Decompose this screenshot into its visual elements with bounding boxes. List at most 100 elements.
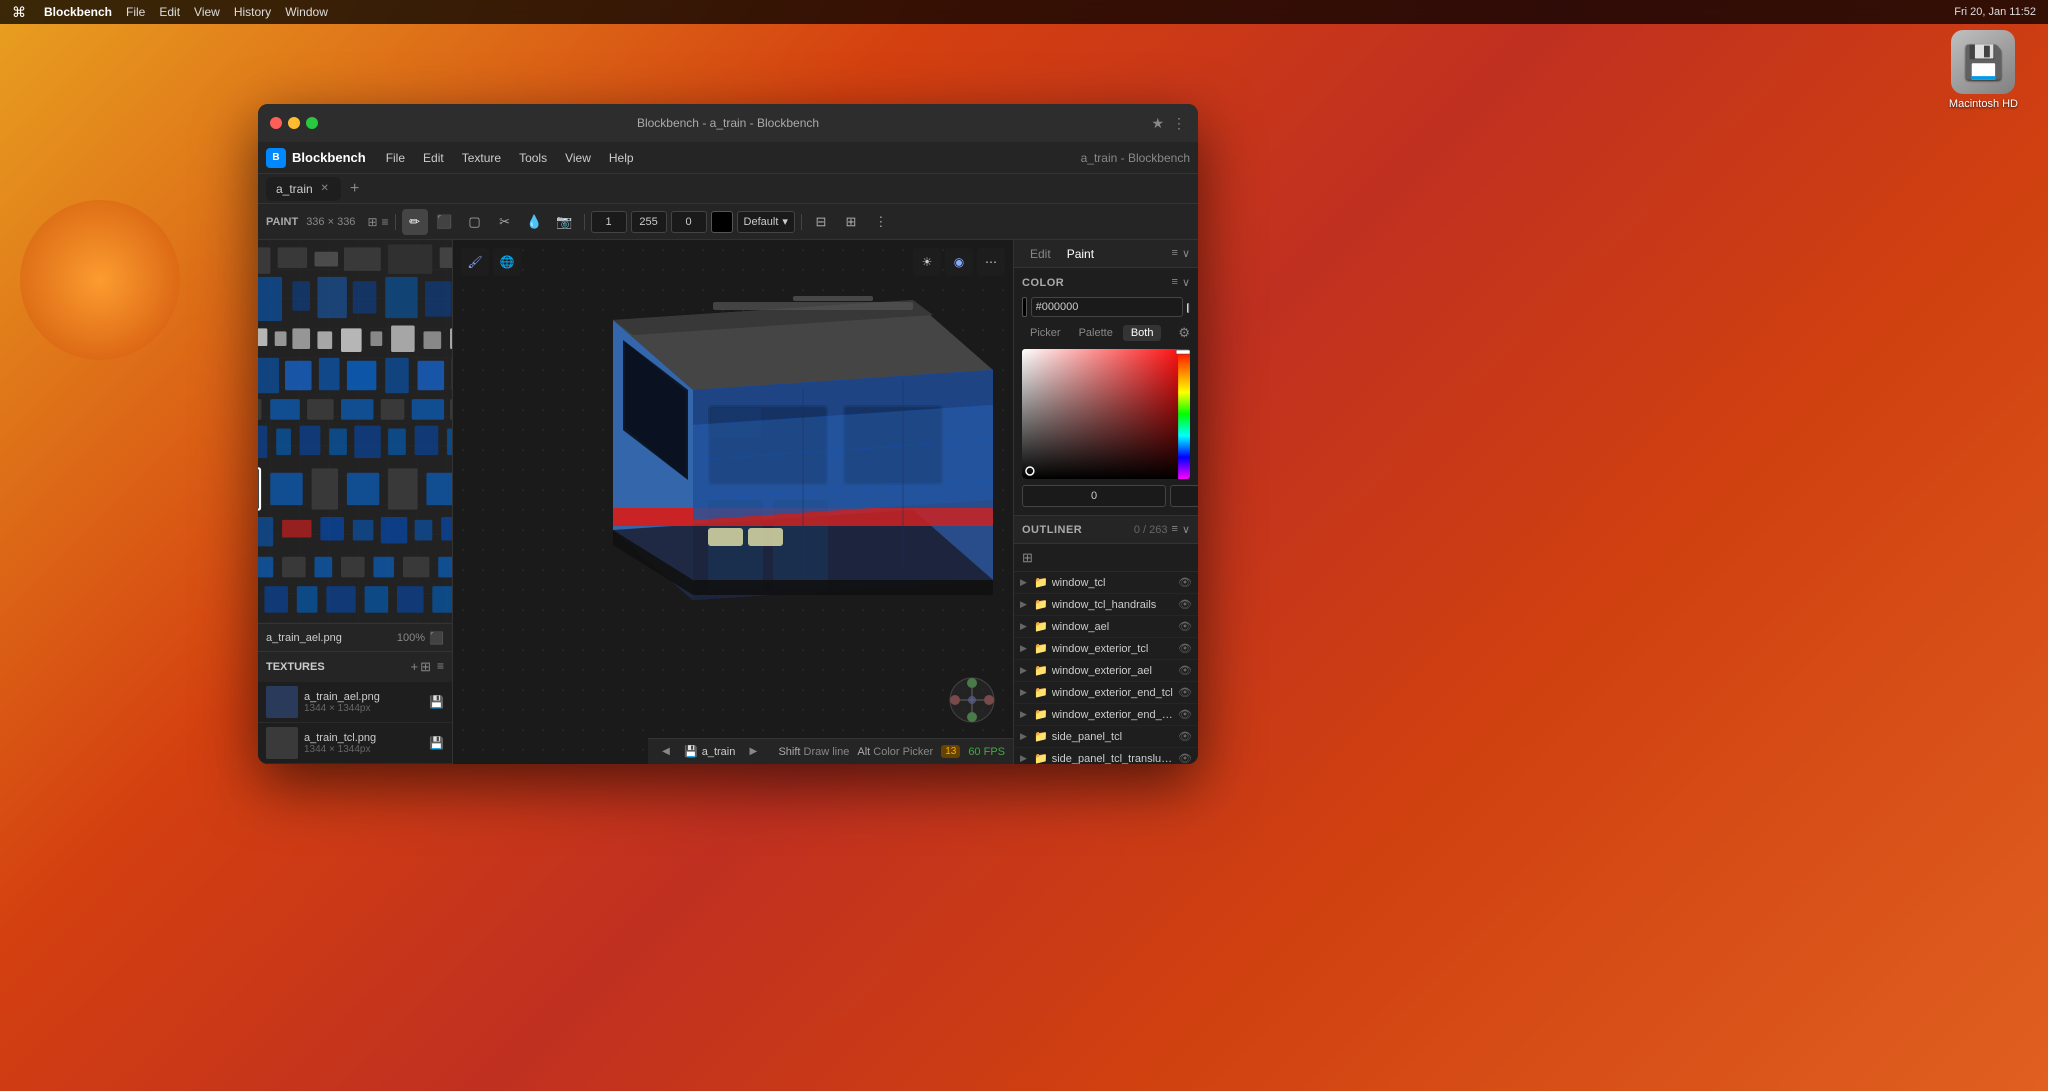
more-btn[interactable]: ⋮ bbox=[868, 209, 894, 235]
bottom-nav-right[interactable]: ▶ bbox=[743, 742, 763, 762]
outliner-folder-3: 📁 bbox=[1034, 642, 1048, 655]
outliner-item-side-panel-tcl-translucent[interactable]: ▶ 📁 side_panel_tcl_translucent 👁 bbox=[1014, 748, 1198, 764]
menu-edit[interactable]: Edit bbox=[415, 149, 452, 167]
eraser-tool-button[interactable]: ✂ bbox=[492, 209, 518, 235]
desktop-icon-macintosh-hd[interactable]: 💾 Macintosh HD bbox=[1949, 30, 2018, 110]
tab-add-button[interactable]: + bbox=[345, 179, 365, 199]
color-picker-area[interactable] bbox=[1022, 349, 1190, 479]
texture-item-tcl[interactable]: a_train_tcl.png 1344 × 1344px 💾 bbox=[258, 723, 452, 764]
title-star-icon[interactable]: ★ bbox=[1151, 115, 1164, 132]
outliner-item-window-ael[interactable]: ▶ 📁 window_ael 👁 bbox=[1014, 616, 1198, 638]
add-texture-button[interactable]: + bbox=[410, 659, 418, 675]
outliner-eye-5[interactable]: 👁 bbox=[1178, 686, 1192, 699]
outliner-eye-1[interactable]: 👁 bbox=[1178, 598, 1192, 611]
outliner-expand-icon[interactable]: ∨ bbox=[1182, 523, 1190, 536]
toolbar-list-icon[interactable]: ≡ bbox=[382, 215, 389, 229]
erase-tool-button[interactable]: ▢ bbox=[462, 209, 488, 235]
menu-help[interactable]: Help bbox=[601, 149, 642, 167]
texture-menu-icon[interactable]: ⬛ bbox=[429, 631, 444, 645]
outliner-view-icon[interactable]: ⊞ bbox=[1022, 550, 1033, 566]
tab-a-train[interactable]: a_train ✕ bbox=[266, 177, 341, 201]
size-input[interactable] bbox=[591, 211, 627, 233]
outliner-header: OUTLINER 0 / 263 ≡ ∨ bbox=[1014, 516, 1198, 544]
color-preview[interactable] bbox=[711, 211, 733, 233]
color-swatch-main[interactable] bbox=[1022, 297, 1027, 317]
vp-paint-mode-btn[interactable]: 🖌 bbox=[461, 248, 489, 276]
menubar-app-name[interactable]: Blockbench bbox=[44, 5, 112, 19]
color-expand-icon[interactable]: ∨ bbox=[1182, 276, 1190, 289]
add-texture-from-file-button[interactable]: ⊞ bbox=[420, 659, 431, 675]
outliner-menu-icon[interactable]: ≡ bbox=[1172, 523, 1178, 536]
edit-tab[interactable]: Edit bbox=[1022, 245, 1059, 263]
outliner-name-7: side_panel_tcl bbox=[1052, 731, 1174, 743]
outliner-eye-0[interactable]: 👁 bbox=[1178, 576, 1192, 589]
outliner-eye-3[interactable]: 👁 bbox=[1178, 642, 1192, 655]
minimize-button[interactable] bbox=[288, 117, 300, 129]
menubar-view[interactable]: View bbox=[194, 5, 220, 19]
viewport[interactable]: ☀ ◉ ⋯ 🖌 🌐 bbox=[453, 240, 1013, 764]
menu-file[interactable]: File bbox=[378, 149, 413, 167]
color-hex-input[interactable] bbox=[1031, 297, 1183, 317]
textures-label: TEXTURES bbox=[266, 661, 406, 673]
outliner-item-window-exterior-end-ael[interactable]: ▶ 📁 window_exterior_end_ael 👁 bbox=[1014, 704, 1198, 726]
menu-texture[interactable]: Texture bbox=[454, 149, 509, 167]
texture-canvas-area[interactable] bbox=[258, 240, 452, 623]
toolbar-expand-icon[interactable]: ⊞ bbox=[367, 215, 377, 229]
menubar-history[interactable]: History bbox=[234, 5, 271, 19]
outliner-item-window-exterior-ael[interactable]: ▶ 📁 window_exterior_ael 👁 bbox=[1014, 660, 1198, 682]
outliner-item-window-tcl-handrails[interactable]: ▶ 📁 window_tcl_handrails 👁 bbox=[1014, 594, 1198, 616]
close-button[interactable] bbox=[270, 117, 282, 129]
outliner-arrow-7: ▶ bbox=[1020, 731, 1030, 742]
vp-globe-btn[interactable]: 🌐 bbox=[493, 248, 521, 276]
warn-badge: 13 bbox=[941, 745, 960, 758]
texture-save-ael[interactable]: 💾 bbox=[429, 695, 444, 709]
texture-save-tcl[interactable]: 💾 bbox=[429, 736, 444, 750]
palette-tab[interactable]: Palette bbox=[1071, 325, 1121, 341]
color-g-input[interactable] bbox=[1170, 485, 1198, 507]
outliner-item-window-exterior-tcl[interactable]: ▶ 📁 window_exterior_tcl 👁 bbox=[1014, 638, 1198, 660]
maximize-button[interactable] bbox=[306, 117, 318, 129]
pencil-tool-button[interactable]: ✏ bbox=[402, 209, 428, 235]
outliner-item-window-exterior-end-tcl[interactable]: ▶ 📁 window_exterior_end_tcl 👁 bbox=[1014, 682, 1198, 704]
paint-tab[interactable]: Paint bbox=[1059, 245, 1102, 263]
outliner-eye-7[interactable]: 👁 bbox=[1178, 730, 1192, 743]
grid-btn-2[interactable]: ⊞ bbox=[838, 209, 864, 235]
outliner-eye-2[interactable]: 👁 bbox=[1178, 620, 1192, 633]
opacity-input[interactable] bbox=[631, 211, 667, 233]
fill-tool-button[interactable]: ⬛ bbox=[432, 209, 458, 235]
apple-menu[interactable]: ⌘ bbox=[12, 4, 26, 21]
extra-input[interactable] bbox=[671, 211, 707, 233]
color-menu-icon[interactable]: ≡ bbox=[1172, 276, 1178, 289]
vp-mode-btn[interactable]: ☀ bbox=[913, 248, 941, 276]
app-logo: B bbox=[266, 148, 286, 168]
picker-tab[interactable]: Picker bbox=[1022, 325, 1069, 341]
vp-more-btn[interactable]: ⋯ bbox=[977, 248, 1005, 276]
outliner-eye-6[interactable]: 👁 bbox=[1178, 708, 1192, 721]
outliner-eye-8[interactable]: 👁 bbox=[1178, 752, 1192, 764]
color-settings-icon[interactable]: ⚙ bbox=[1178, 325, 1190, 341]
dropper-tool-button[interactable]: 💧 bbox=[522, 209, 548, 235]
title-more-icon[interactable]: ⋮ bbox=[1172, 115, 1186, 132]
panel-close-icon[interactable]: ∨ bbox=[1182, 247, 1190, 260]
outliner-item-side-panel-tcl[interactable]: ▶ 📁 side_panel_tcl 👁 bbox=[1014, 726, 1198, 748]
panel-minimize-icon[interactable]: ≡ bbox=[1172, 247, 1178, 260]
menubar-window[interactable]: Window bbox=[285, 5, 328, 19]
outliner-eye-4[interactable]: 👁 bbox=[1178, 664, 1192, 677]
menu-tools[interactable]: Tools bbox=[511, 149, 555, 167]
both-tab[interactable]: Both bbox=[1123, 325, 1162, 341]
vp-perspective-btn[interactable]: ◉ bbox=[945, 248, 973, 276]
mode-dropdown[interactable]: Default ▾ bbox=[737, 211, 795, 233]
bottom-nav-left[interactable]: ◀ bbox=[656, 742, 676, 762]
texture-item-ael[interactable]: a_train_ael.png 1344 × 1344px 💾 bbox=[258, 682, 452, 723]
dropdown-arrow: ▾ bbox=[782, 215, 788, 228]
outliner-item-window-tcl[interactable]: ▶ 📁 window_tcl 👁 bbox=[1014, 572, 1198, 594]
menu-view[interactable]: View bbox=[557, 149, 599, 167]
textures-menu-icon[interactable]: ≡ bbox=[437, 659, 444, 675]
tab-close-button[interactable]: ✕ bbox=[319, 183, 331, 195]
texture-thumb-ael bbox=[266, 686, 298, 718]
menubar-edit[interactable]: Edit bbox=[159, 5, 180, 19]
menubar-file[interactable]: File bbox=[126, 5, 145, 19]
screenshot-tool-button[interactable]: 📷 bbox=[552, 209, 578, 235]
grid-btn-1[interactable]: ⊟ bbox=[808, 209, 834, 235]
color-r-input[interactable] bbox=[1022, 485, 1166, 507]
